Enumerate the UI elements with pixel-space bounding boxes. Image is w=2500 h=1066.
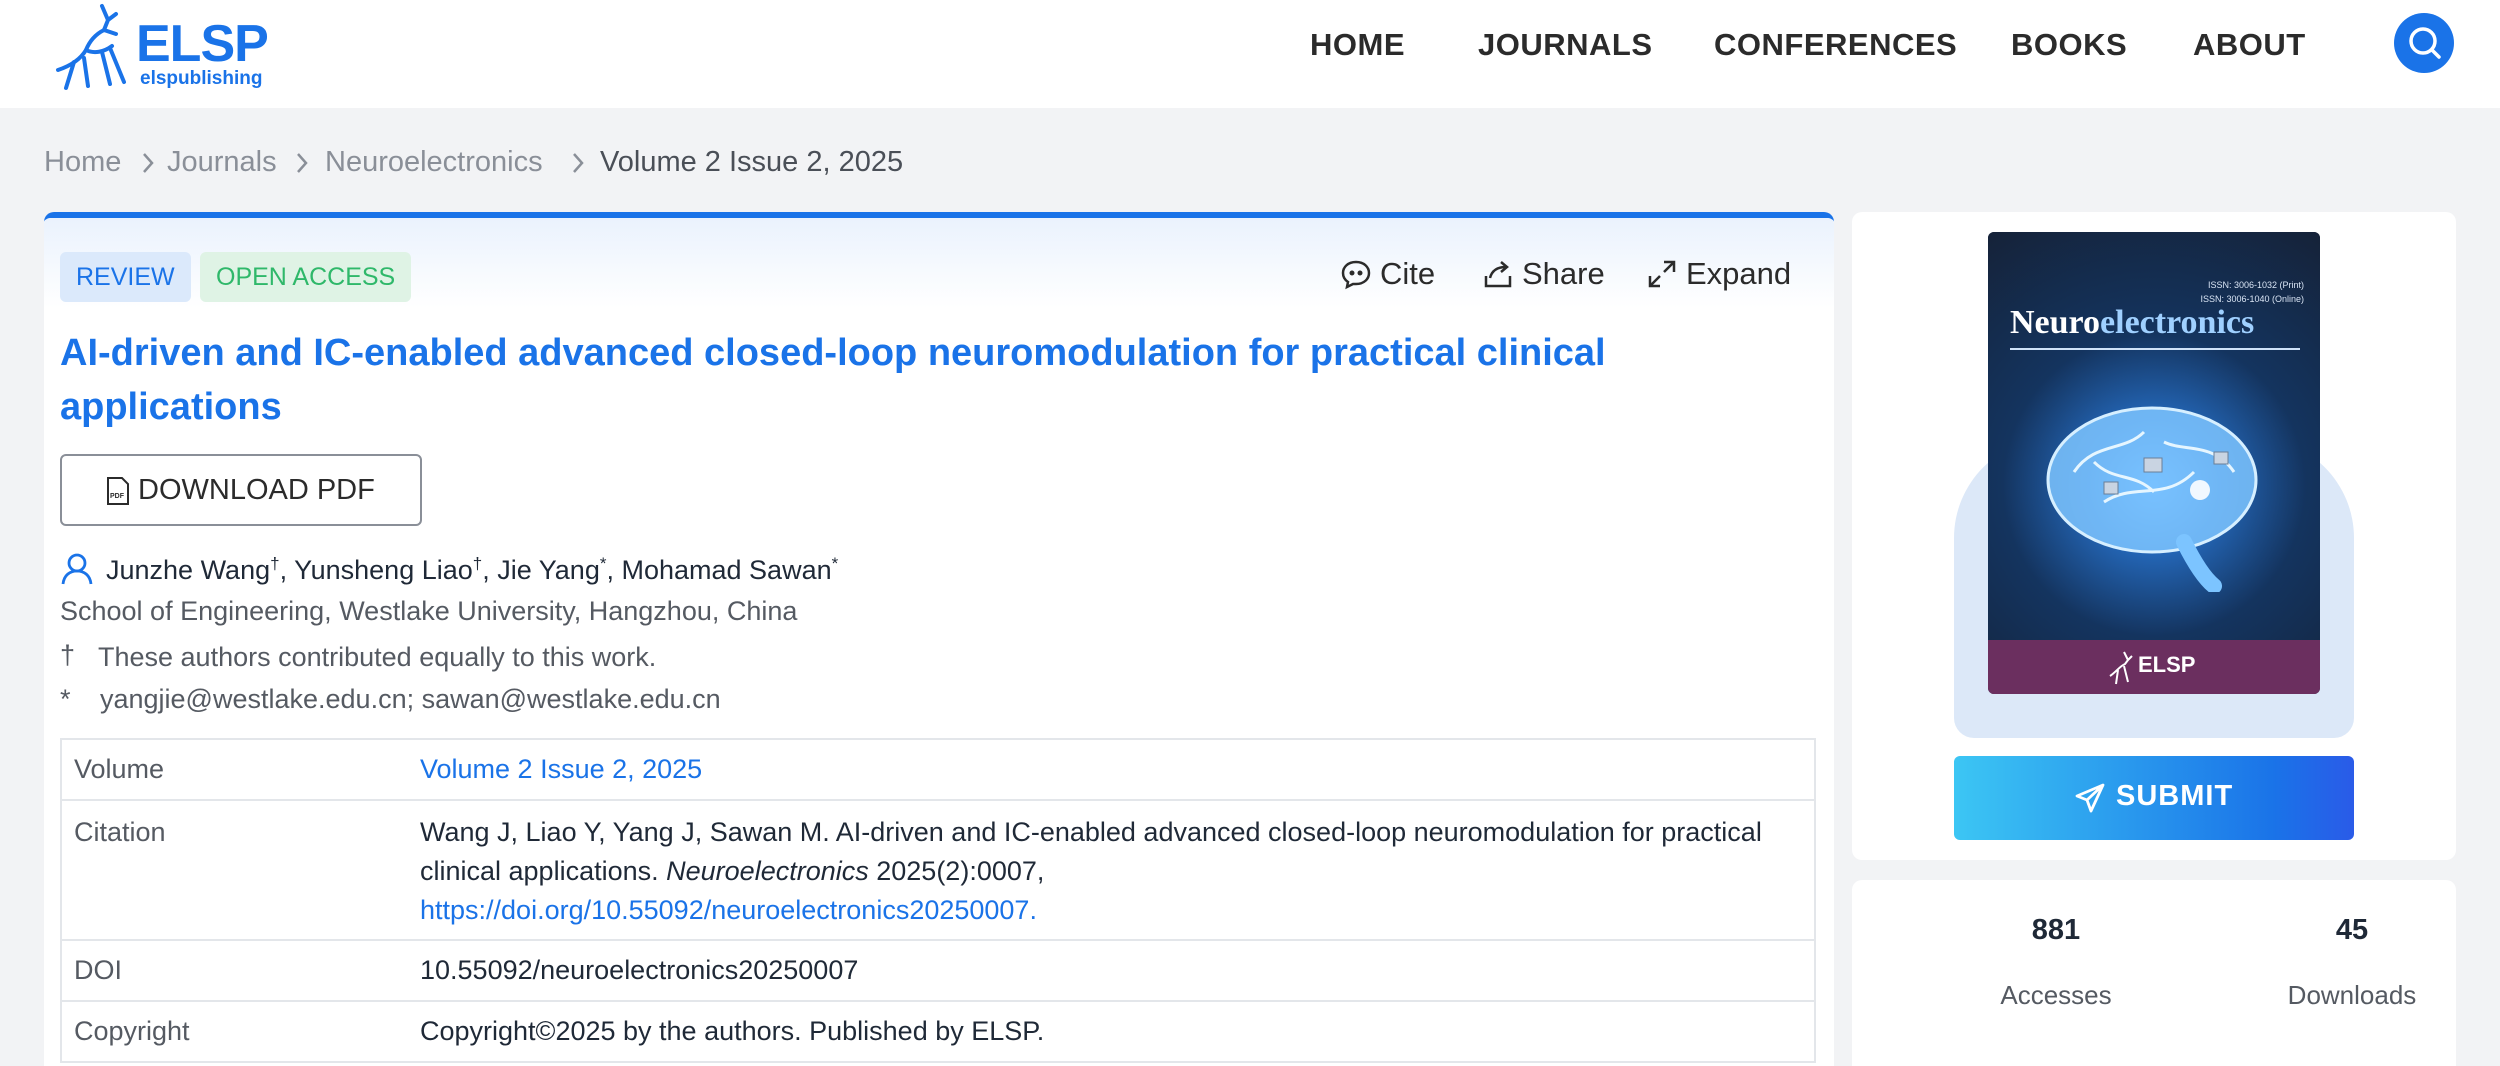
author-mark: * <box>831 554 839 573</box>
cover-issn-print: ISSN: 3006-1032 (Print) <box>2207 280 2304 290</box>
doi-label: DOI <box>74 955 123 985</box>
cover-issn-online: ISSN: 3006-1040 (Online) <box>2200 294 2304 304</box>
author-name[interactable]: Yunsheng Liao <box>294 555 473 585</box>
svg-text:PDF: PDF <box>110 493 125 500</box>
cite-icon <box>1341 260 1371 290</box>
corresponding-email: yangjie@westlake.edu.cn; sawan@westlake.… <box>100 684 721 714</box>
brand-name: ELSP <box>136 15 269 73</box>
author-mark: † <box>270 554 280 573</box>
breadcrumb-journals[interactable]: Journals <box>167 146 277 179</box>
author-name[interactable]: Jie Yang <box>497 555 600 585</box>
citation-text: Wang J, Liao Y, Yang J, Sawan M. AI-driv… <box>420 813 1800 930</box>
brand-subtitle: elspublishing <box>140 68 263 89</box>
table-row: DOI 10.55092/neuroelectronics20250007 <box>62 941 1814 1002</box>
chevron-right-icon <box>573 153 584 173</box>
review-badge: REVIEW <box>60 252 191 302</box>
cover-deer-icon <box>2109 651 2133 685</box>
doi-value: 10.55092/neuroelectronics20250007 <box>420 955 859 985</box>
cover-publisher: ELSP <box>2138 652 2196 677</box>
brain-illustration-icon <box>2046 406 2258 592</box>
share-icon <box>1484 261 1512 288</box>
dagger-mark: † <box>60 640 76 670</box>
volume-label: Volume <box>74 754 165 784</box>
pdf-file-icon: PDF <box>107 477 129 505</box>
search-icon <box>2409 27 2441 59</box>
volume-link[interactable]: Volume 2 Issue 2, 2025 <box>420 750 1800 789</box>
share-button[interactable]: Share <box>1522 256 1605 292</box>
article-stats: 881 Accesses 45 Downloads <box>1852 880 2456 1066</box>
article-info-table: Volume Volume 2 Issue 2, 2025 Citation W… <box>60 738 1816 1063</box>
deer-logo-icon <box>56 4 126 90</box>
expand-button[interactable]: Expand <box>1686 256 1791 292</box>
article-card: REVIEW OPEN ACCESS Cite Share Expand AI-… <box>44 212 1834 1066</box>
asterisk-mark: * <box>60 684 71 714</box>
nav-journals[interactable]: JOURNALS <box>1478 27 1653 63</box>
journal-cover[interactable]: ISSN: 3006-1032 (Print) ISSN: 3006-1040 … <box>1988 232 2320 694</box>
citation-issue: 2025(2):0007, <box>876 856 1045 886</box>
breadcrumb-current: Volume 2 Issue 2, 2025 <box>600 146 904 178</box>
accesses-count: 881 <box>2031 914 2081 946</box>
nav-conferences[interactable]: CONFERENCES <box>1714 27 1957 63</box>
journal-sidebar: ISSN: 3006-1032 (Print) ISSN: 3006-1040 … <box>1852 212 2456 860</box>
copyright-value: Copyright©2025 by the authors. Published… <box>420 1016 1045 1046</box>
cite-button[interactable]: Cite <box>1380 256 1435 292</box>
nav-home[interactable]: HOME <box>1310 27 1405 63</box>
search-button[interactable] <box>2394 13 2454 73</box>
author-mark: † <box>472 554 483 573</box>
cover-name-part: electronics <box>2100 304 2255 341</box>
table-row: Citation Wang J, Liao Y, Yang J, Sawan M… <box>62 801 1814 941</box>
affiliation: School of Engineering, Westlake Universi… <box>60 596 798 626</box>
expand-icon <box>1648 260 1676 288</box>
author-name[interactable]: Junzhe Wang <box>106 555 270 585</box>
cover-journal-name: Neuroelectronics <box>2010 304 2254 342</box>
breadcrumb-journal[interactable]: Neuroelectronics <box>325 146 543 179</box>
cover-rule <box>2010 348 2300 350</box>
citation-label: Citation <box>74 817 166 847</box>
download-pdf-button[interactable]: PDF DOWNLOAD PDF <box>60 454 422 526</box>
nav-about[interactable]: ABOUT <box>2193 27 2306 63</box>
open-access-badge: OPEN ACCESS <box>200 252 412 302</box>
author-mark: * <box>599 554 607 573</box>
article-title: AI-driven and IC-enabled advanced closed… <box>60 332 1606 428</box>
downloads-count: 45 <box>2335 914 2369 946</box>
table-row: Copyright Copyright©2025 by the authors.… <box>62 1002 1814 1063</box>
elsp-logo[interactable]: ELSP elspublishing <box>44 0 274 96</box>
author-name[interactable]: Mohamad Sawan <box>621 555 831 585</box>
nav-books[interactable]: BOOKS <box>2011 27 2127 63</box>
author-list: Junzhe Wang†, Yunsheng Liao†, Jie Yang*,… <box>106 554 839 585</box>
citation-body: Wang J, Liao Y, Yang J, Sawan M. AI-driv… <box>420 817 1762 886</box>
table-row: Volume Volume 2 Issue 2, 2025 <box>62 740 1814 801</box>
chevron-right-icon <box>143 153 154 173</box>
user-icon <box>61 553 93 585</box>
download-pdf-label: DOWNLOAD PDF <box>138 474 375 506</box>
submit-button[interactable]: SUBMIT <box>1954 756 2354 840</box>
site-header: ELSP elspublishing HOME JOURNALS CONFERE… <box>0 0 2500 108</box>
cover-name-part: Neuro <box>2010 304 2101 341</box>
breadcrumb-home[interactable]: Home <box>44 146 121 179</box>
copyright-label: Copyright <box>74 1016 190 1046</box>
citation-doi-link[interactable]: https://doi.org/10.55092/neuroelectronic… <box>420 895 1037 925</box>
equal-contribution-note: These authors contributed equally to thi… <box>98 642 657 672</box>
accesses-label: Accesses <box>2000 980 2112 1010</box>
paper-plane-icon <box>2075 783 2105 813</box>
citation-journal: Neuroelectronics <box>666 856 869 886</box>
downloads-label: Downloads <box>2287 980 2417 1010</box>
chevron-right-icon <box>297 153 308 173</box>
submit-label: SUBMIT <box>2116 780 2234 812</box>
